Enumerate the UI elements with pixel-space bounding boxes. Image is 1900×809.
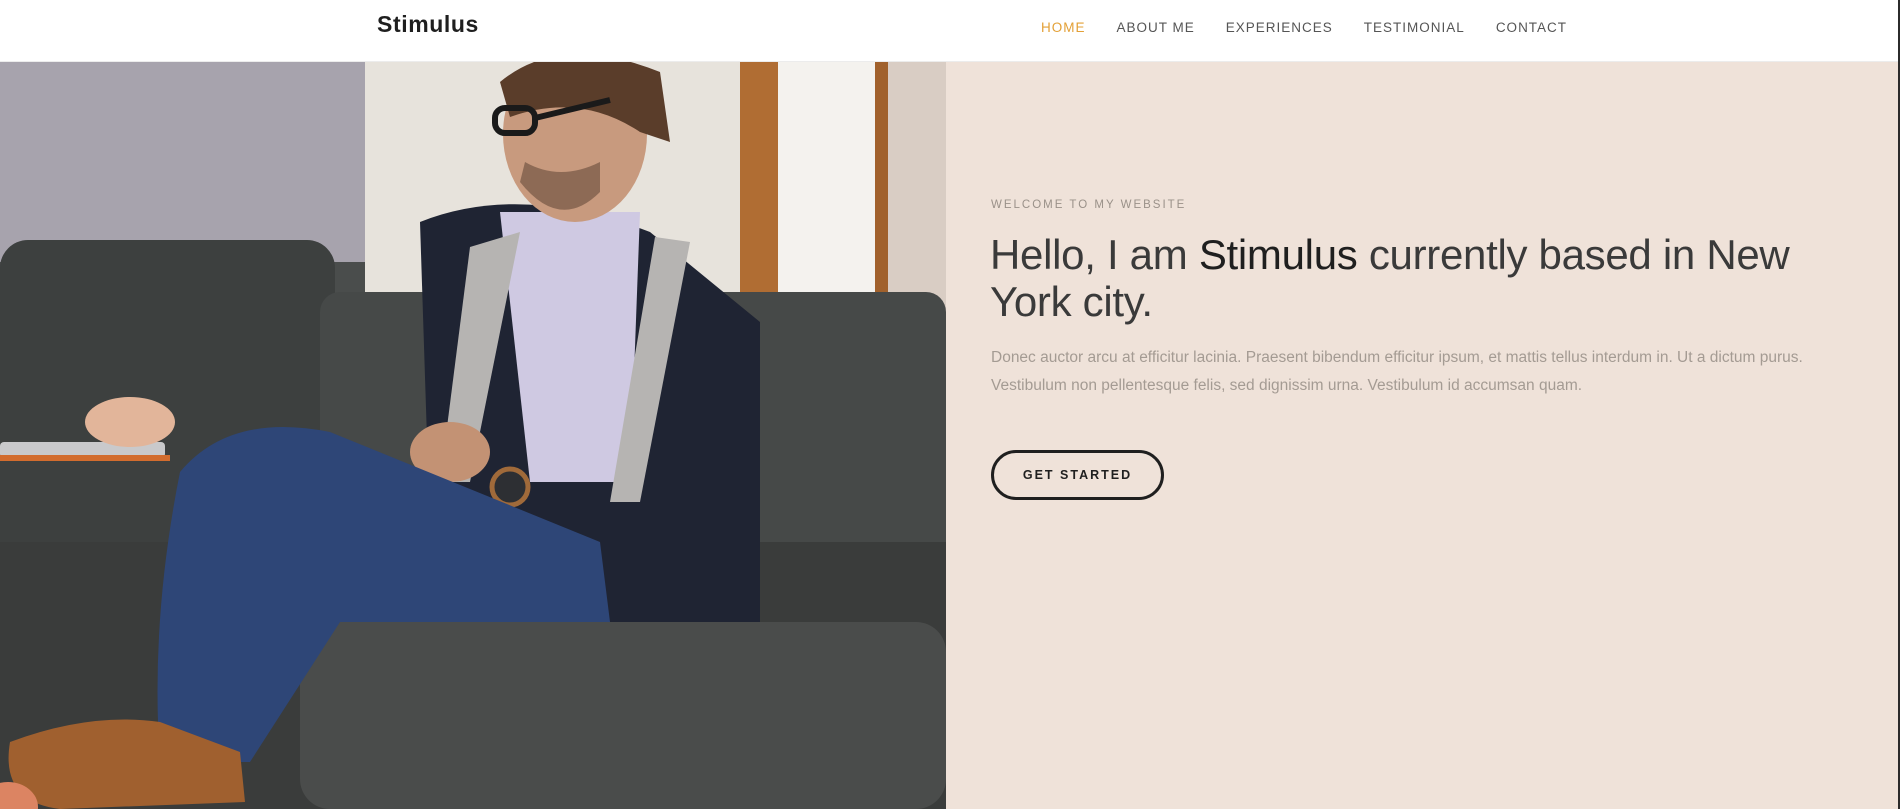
headline-pre: Hello, I am <box>990 231 1199 278</box>
welcome-eyebrow: WELCOME TO MY WEBSITE <box>991 199 1187 211</box>
hero-photo <box>0 62 946 809</box>
nav-about-me[interactable]: ABOUT ME <box>1117 20 1195 35</box>
hero-section: WELCOME TO MY WEBSITE Hello, I am Stimul… <box>0 62 1898 809</box>
main-nav: HOME ABOUT ME EXPERIENCES TESTIMONIAL CO… <box>1041 20 1598 35</box>
get-started-button[interactable]: GET STARTED <box>991 450 1164 500</box>
nav-experiences[interactable]: EXPERIENCES <box>1226 20 1333 35</box>
nav-home[interactable]: HOME <box>1041 20 1086 35</box>
brand-logo[interactable]: Stimulus <box>377 11 479 38</box>
headline-name: Stimulus <box>1198 231 1358 278</box>
site-header: Stimulus HOME ABOUT ME EXPERIENCES TESTI… <box>0 0 1898 62</box>
hero-intro-panel: WELCOME TO MY WEBSITE Hello, I am Stimul… <box>946 62 1898 809</box>
hero-intro-text: Donec auctor arcu at efficitur lacinia. … <box>991 349 1803 394</box>
nav-testimonial[interactable]: TESTIMONIAL <box>1364 20 1465 35</box>
nav-contact[interactable]: CONTACT <box>1496 20 1567 35</box>
hero-headline: Hello, I am Stimulus currently based in … <box>990 231 1870 325</box>
